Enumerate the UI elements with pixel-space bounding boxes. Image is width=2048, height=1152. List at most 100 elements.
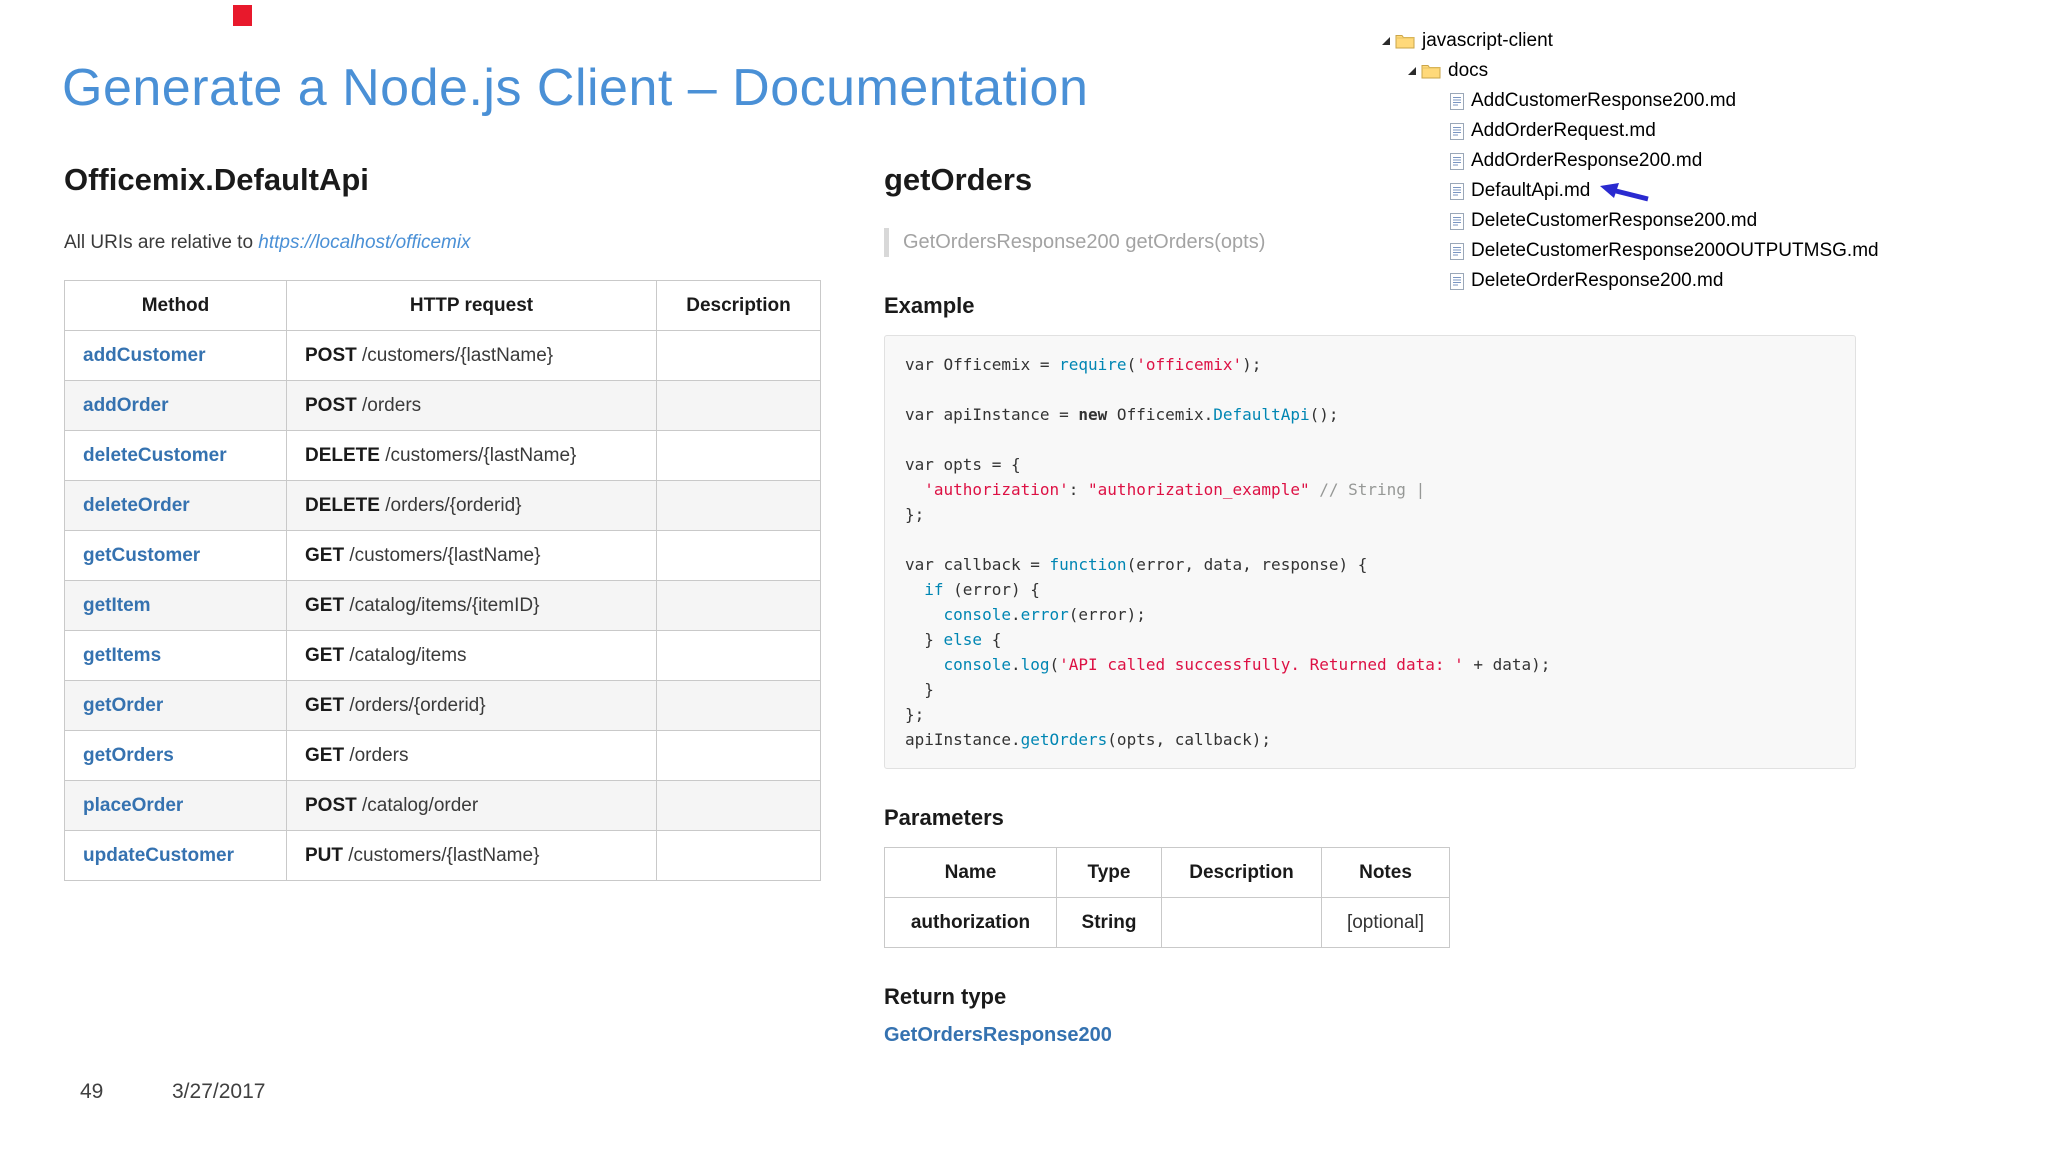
api-table-header-row: Method HTTP request Description: [64, 280, 821, 331]
base-uri-link[interactable]: https://localhost/officemix: [258, 232, 470, 253]
code-line: console.log('API called successfully. Re…: [943, 655, 1551, 674]
parameters-heading: Parameters: [884, 805, 1004, 830]
api-method-row: getOrder GET /orders/{orderid}: [64, 680, 821, 731]
parameters-table-header-row: Name Type Description Notes: [884, 847, 1450, 898]
base-uri-line: All URIs are relative to https://localho…: [64, 232, 834, 254]
column-header: Description: [656, 280, 821, 331]
expand-twistie-icon[interactable]: [1408, 67, 1416, 75]
http-path: /catalog/items/{itemID}: [344, 594, 540, 616]
method-cell: getOrder: [64, 680, 287, 731]
http-path: /customers/{lastName}: [343, 844, 540, 866]
http-path: /orders: [344, 744, 409, 766]
http-verb: POST: [305, 344, 357, 366]
http-verb: GET: [305, 744, 345, 766]
column-header: HTTP request: [286, 280, 657, 331]
code-line: var opts = {: [905, 455, 1031, 474]
api-method-row: addCustomer POST /customers/{lastName}: [64, 330, 821, 381]
tree-item-deletecustomerresponse200outputmsg-md[interactable]: DeleteCustomerResponse200OUTPUTMSG.md: [1382, 236, 1879, 266]
code-line: var Officemix = require('officemix');: [905, 355, 1262, 374]
tree-item-label: AddCustomerResponse200.md: [1471, 90, 1737, 111]
api-method-row: deleteCustomer DELETE /customers/{lastNam…: [64, 430, 821, 481]
example-heading: Example: [884, 293, 975, 318]
http-verb: POST: [305, 394, 357, 416]
parameter-notes-cell: [optional]: [1321, 897, 1450, 948]
method-link[interactable]: getCustomer: [83, 545, 200, 566]
api-method-row: getCustomer GET /customers/{lastName}: [64, 530, 821, 581]
method-link[interactable]: updateCustomer: [83, 845, 234, 866]
api-method-row: addOrder POST /orders: [64, 380, 821, 431]
api-doc-section: Officemix.DefaultApi All URIs are relati…: [64, 162, 834, 881]
tree-item-javascript-client[interactable]: javascript-client: [1382, 26, 1879, 56]
column-header: Description: [1161, 847, 1322, 898]
http-request-cell: POST /catalog/order: [286, 780, 657, 831]
http-request-cell: GET /catalog/items/{itemID}: [286, 580, 657, 631]
method-description-cell: [656, 530, 821, 581]
http-verb: GET: [305, 644, 345, 666]
api-class-heading: Officemix.DefaultApi: [64, 162, 369, 197]
tree-item-docs[interactable]: docs: [1382, 56, 1879, 86]
http-request-cell: POST /orders: [286, 380, 657, 431]
tree-item-addorderrequest-md[interactable]: AddOrderRequest.md: [1382, 116, 1879, 146]
http-path: /orders/{orderid}: [379, 494, 522, 516]
tree-item-addcustomerresponse200-md[interactable]: AddCustomerResponse200.md: [1382, 86, 1879, 116]
method-link[interactable]: placeOrder: [83, 795, 183, 816]
folder-icon: [1395, 33, 1415, 49]
annotation-arrow-icon: [1598, 182, 1650, 204]
tree-item-deletecustomerresponse200-md[interactable]: DeleteCustomerResponse200.md: [1382, 206, 1879, 236]
http-verb: GET: [305, 594, 345, 616]
method-link[interactable]: addCustomer: [83, 345, 205, 366]
http-path: /customers/{lastName}: [356, 344, 554, 366]
file-icon: [1450, 272, 1464, 290]
http-path: /orders/{orderid}: [344, 694, 486, 716]
file-icon: [1450, 152, 1464, 170]
code-line: var apiInstance = new Officemix.DefaultA…: [905, 405, 1339, 424]
http-verb: GET: [305, 544, 345, 566]
code-line: if (error) {: [924, 580, 1040, 599]
http-path: /orders: [356, 394, 422, 416]
method-cell: addOrder: [64, 380, 287, 431]
tree-item-defaultapi-md[interactable]: DefaultApi.md: [1382, 176, 1879, 206]
return-type-link[interactable]: GetOrdersResponse200: [884, 1024, 1112, 1047]
method-cell: getOrders: [64, 730, 287, 781]
file-tree: javascript-client docs AddCustomerResponse…: [1382, 26, 1879, 296]
parameter-description-cell: [1161, 897, 1322, 948]
api-method-row: deleteOrder DELETE /orders/{orderid}: [64, 480, 821, 531]
column-header: Notes: [1321, 847, 1450, 898]
parameter-type-cell: String: [1056, 897, 1162, 948]
method-link[interactable]: getOrder: [83, 695, 163, 716]
http-request-cell: PUT /customers/{lastName}: [286, 830, 657, 881]
http-request-cell: GET /catalog/items: [286, 630, 657, 681]
http-request-cell: GET /orders: [286, 730, 657, 781]
method-link[interactable]: deleteOrder: [83, 495, 190, 516]
code-line: apiInstance.getOrders(opts, callback);: [905, 730, 1272, 749]
method-cell: getCustomer: [64, 530, 287, 581]
code-example: var Officemix = require('officemix'); va…: [884, 335, 1856, 769]
method-link[interactable]: getItems: [83, 645, 161, 666]
column-header: Type: [1056, 847, 1162, 898]
method-link[interactable]: getOrders: [83, 745, 174, 766]
method-link[interactable]: getItem: [83, 595, 151, 616]
tree-item-addorderresponse200-md[interactable]: AddOrderResponse200.md: [1382, 146, 1879, 176]
expand-twistie-icon[interactable]: [1382, 37, 1390, 45]
tree-item-deleteorderresponse200-md[interactable]: DeleteOrderResponse200.md: [1382, 266, 1879, 296]
method-description-cell: [656, 680, 821, 731]
tree-item-label: DeleteCustomerResponse200.md: [1471, 210, 1758, 231]
http-verb: DELETE: [305, 494, 380, 516]
parameter-name-cell: authorization: [884, 897, 1057, 948]
method-cell: getItems: [64, 630, 287, 681]
method-link[interactable]: deleteCustomer: [83, 445, 227, 466]
code-line: console.error(error);: [943, 605, 1146, 624]
http-verb: DELETE: [305, 444, 380, 466]
slide-title: Generate a Node.js Client – Documentatio…: [62, 59, 1089, 117]
http-verb: GET: [305, 694, 345, 716]
parameters-table: Name Type Description Notes authorization St…: [884, 847, 1450, 948]
code-line: }: [905, 680, 934, 699]
return-type-heading: Return type: [884, 984, 1007, 1009]
tree-item-label: DeleteOrderResponse200.md: [1471, 270, 1724, 291]
method-cell: addCustomer: [64, 330, 287, 381]
http-verb: POST: [305, 794, 357, 816]
method-link[interactable]: addOrder: [83, 395, 169, 416]
method-description-cell: [656, 480, 821, 531]
